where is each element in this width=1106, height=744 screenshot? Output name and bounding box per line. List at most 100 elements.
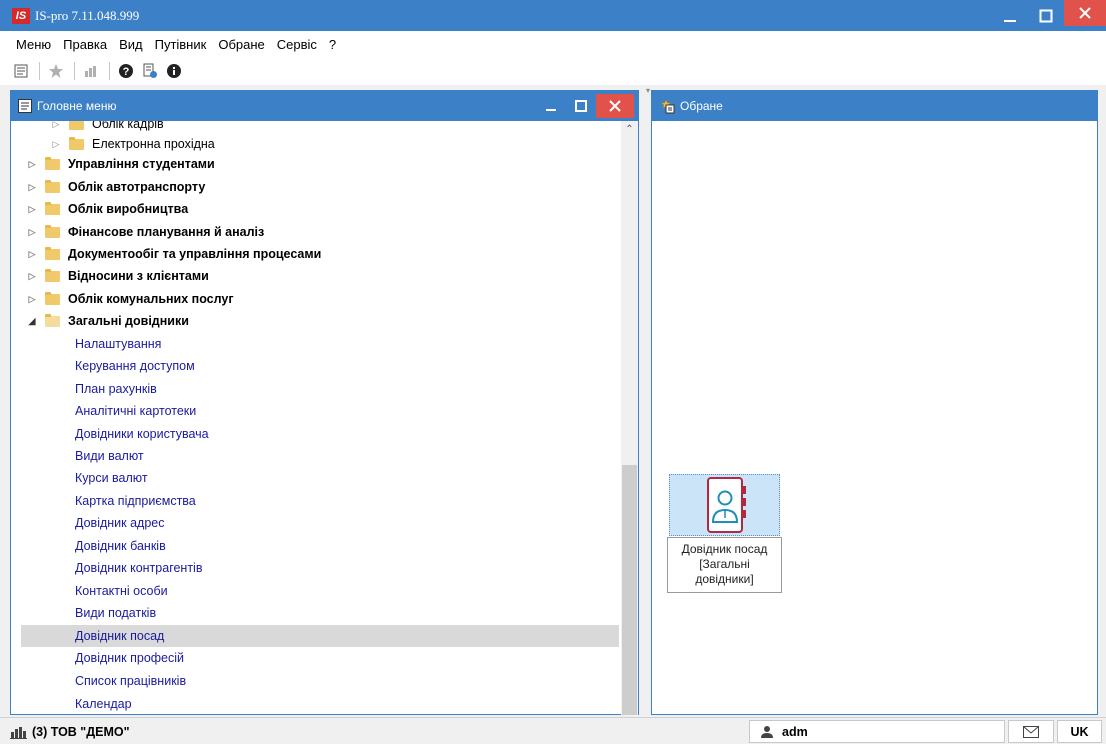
favorite-tile-icon-box[interactable] bbox=[669, 474, 780, 536]
favorites-title: Обране bbox=[680, 99, 723, 113]
expand-arrow-icon[interactable]: ▷ bbox=[25, 247, 39, 261]
tree-item-employees[interactable]: Список працівників bbox=[11, 670, 609, 692]
tree-label: Довідник контрагентів bbox=[75, 561, 203, 575]
tree-folder[interactable]: ▷ Управління студентами bbox=[11, 153, 609, 175]
tree-label: Картка підприємства bbox=[75, 494, 196, 508]
panel-maximize-button[interactable] bbox=[566, 92, 596, 120]
favorite-tile-label: Довідник посад [Загальні довідники] bbox=[667, 537, 782, 593]
status-language[interactable]: UK bbox=[1057, 720, 1102, 743]
tree-item-counterparties[interactable]: Довідник контрагентів bbox=[11, 557, 609, 579]
favorites-header: Обране bbox=[652, 91, 1097, 121]
tree-item-banks[interactable]: Довідник банків bbox=[11, 535, 609, 557]
tree-label: Управління студентами bbox=[68, 157, 215, 171]
tree-folder[interactable]: ▷ Відносини з клієнтами bbox=[11, 265, 609, 287]
main-menu-tree: ▷ Облік кадрів ▷ Електронна прохідна ▷ У… bbox=[11, 121, 619, 715]
tree-label: Види валют bbox=[75, 449, 144, 463]
menu-item-favorites[interactable]: Обране bbox=[212, 37, 270, 52]
expand-arrow-icon[interactable]: ▷ bbox=[25, 292, 39, 306]
tree-folder[interactable]: ▷ Облік комунальних послуг bbox=[11, 288, 609, 310]
panel-close-button[interactable] bbox=[596, 94, 634, 118]
favorite-tile-label-line3: довідники] bbox=[695, 572, 754, 586]
tree-label: Загальні довідники bbox=[68, 314, 189, 328]
tree-label: Календар bbox=[75, 697, 132, 711]
maximize-button[interactable] bbox=[1028, 0, 1064, 31]
panel-minimize-button[interactable] bbox=[536, 92, 566, 120]
tree-item-contacts[interactable]: Контактні особи bbox=[11, 580, 609, 602]
tree-label: Список працівників bbox=[75, 674, 187, 688]
tree-item-positions[interactable]: Довідник посад bbox=[21, 625, 619, 647]
tree-label: Довідник посад bbox=[75, 629, 165, 643]
tree-item-user-directories[interactable]: Довідники користувача bbox=[11, 423, 609, 445]
help-icon[interactable]: ? bbox=[115, 60, 137, 82]
chart-icon[interactable] bbox=[80, 60, 102, 82]
company-icon bbox=[10, 726, 27, 739]
expand-arrow-icon[interactable]: ▷ bbox=[25, 225, 39, 239]
menu-item-guide[interactable]: Путівник bbox=[149, 37, 213, 52]
tree-item-chart-of-accounts[interactable]: План рахунків bbox=[11, 378, 609, 400]
favorites-star-icon bbox=[660, 99, 675, 114]
scroll-up-arrow-icon[interactable]: ⌃ bbox=[621, 121, 638, 138]
tree-folder[interactable]: ▷ Облік виробництва bbox=[11, 198, 609, 220]
folder-icon bbox=[69, 121, 84, 130]
menu-item-view[interactable]: Вид bbox=[113, 37, 149, 52]
close-button[interactable] bbox=[1064, 0, 1106, 26]
tree-item-professions[interactable]: Довідник професій bbox=[11, 647, 609, 669]
folder-icon bbox=[45, 246, 60, 260]
tree-label: Облік виробництва bbox=[68, 202, 189, 216]
expand-arrow-icon[interactable]: ▷ bbox=[49, 137, 63, 151]
status-user: adm bbox=[749, 720, 1005, 743]
collapse-arrow-icon[interactable]: ◢ bbox=[25, 314, 39, 328]
tree-label: Облік автотранспорту bbox=[68, 180, 206, 194]
scrollbar-thumb[interactable] bbox=[622, 465, 637, 715]
tree-folder-expanded[interactable]: ◢ Загальні довідники bbox=[11, 310, 609, 332]
expand-arrow-icon[interactable]: ▷ bbox=[25, 157, 39, 171]
tree-item-calendar[interactable]: Календар bbox=[11, 693, 609, 715]
status-language-text: UK bbox=[1070, 724, 1089, 739]
document-help-icon[interactable] bbox=[139, 60, 161, 82]
menu-item-menu[interactable]: Меню bbox=[10, 37, 57, 52]
tree-folder[interactable]: ▷ Фінансове планування й аналіз bbox=[11, 221, 609, 243]
tree-item-access-control[interactable]: Керування доступом bbox=[11, 355, 609, 377]
tree-item-analytic-cards[interactable]: Аналітичні картотеки bbox=[11, 400, 609, 422]
toolbar-separator bbox=[39, 62, 40, 80]
tree-label: Види податків bbox=[75, 606, 157, 620]
folder-icon bbox=[45, 201, 60, 215]
tree-item-settings[interactable]: Налаштування bbox=[11, 333, 609, 355]
star-icon[interactable] bbox=[45, 60, 67, 82]
maximize-icon bbox=[1039, 9, 1053, 22]
minimize-button[interactable] bbox=[992, 0, 1028, 31]
panel-splitter[interactable] bbox=[641, 85, 649, 715]
tree-item-addresses[interactable]: Довідник адрес bbox=[11, 512, 609, 534]
favorite-tile-label-line2: [Загальні bbox=[699, 557, 750, 571]
menu-item-help[interactable]: ? bbox=[323, 37, 342, 52]
status-messages[interactable] bbox=[1008, 720, 1054, 743]
title-bar: IS IS-pro 7.11.048.999 bbox=[0, 0, 1106, 31]
toolbar-separator bbox=[74, 62, 75, 80]
tree-folder[interactable]: ▷ Документообіг та управління процесами bbox=[11, 243, 609, 265]
tree-item-company-card[interactable]: Картка підприємства bbox=[11, 490, 609, 512]
expand-arrow-icon[interactable]: ▷ bbox=[25, 202, 39, 216]
tree-item-tax-types[interactable]: Види податків bbox=[11, 602, 609, 624]
expand-arrow-icon[interactable]: ▷ bbox=[49, 121, 63, 131]
expand-arrow-icon[interactable]: ▷ bbox=[25, 269, 39, 283]
folder-icon bbox=[45, 224, 60, 238]
main-menu-header: Головне меню bbox=[11, 91, 638, 121]
tree-label: Довідники користувача bbox=[75, 427, 209, 441]
expand-arrow-icon[interactable]: ▷ bbox=[25, 180, 39, 194]
tree-item-currency-types[interactable]: Види валют bbox=[11, 445, 609, 467]
tree-scrollbar[interactable]: ⌃ bbox=[621, 121, 638, 715]
info-icon[interactable] bbox=[163, 60, 185, 82]
menu-item-edit[interactable]: Правка bbox=[57, 37, 113, 52]
document-icon[interactable] bbox=[10, 60, 32, 82]
tree-folder[interactable]: ▷ Облік автотранспорту bbox=[11, 176, 609, 198]
tree-label: Налаштування bbox=[75, 337, 162, 351]
close-icon bbox=[609, 100, 621, 112]
tree-folder[interactable]: ▷ Електронна прохідна bbox=[11, 133, 609, 155]
toolbar: ? bbox=[0, 57, 1106, 85]
app-logo: IS bbox=[12, 7, 30, 24]
favorite-tile-positions[interactable]: Довідник посад [Загальні довідники] bbox=[667, 474, 782, 593]
menu-item-service[interactable]: Сервіс bbox=[271, 37, 323, 52]
status-bar: (3) ТОВ "ДЕМО" adm UK bbox=[0, 717, 1106, 744]
tree-item-exchange-rates[interactable]: Курси валют bbox=[11, 467, 609, 489]
status-user-text: adm bbox=[782, 724, 808, 739]
